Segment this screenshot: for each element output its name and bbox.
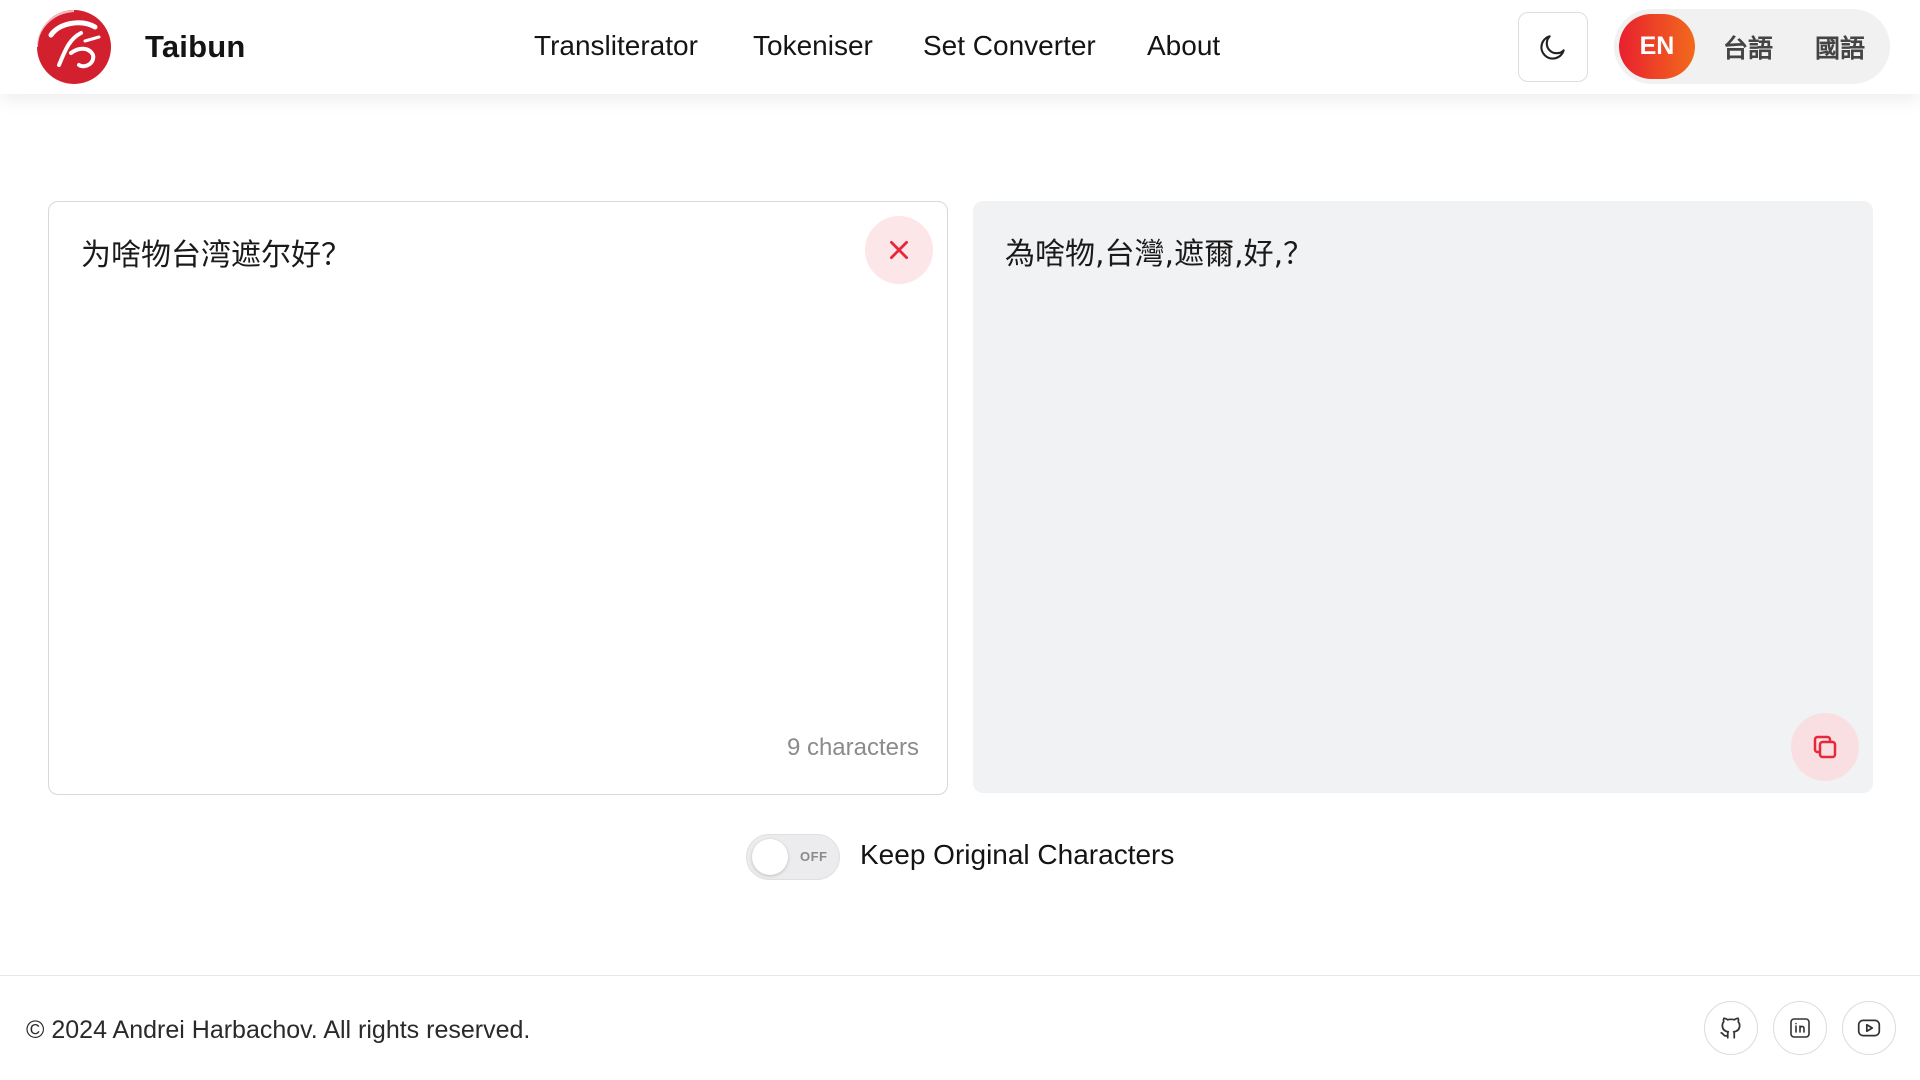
input-panel: 为啥物台湾遮尔好？ 9 characters <box>48 201 948 795</box>
nav-tokeniser[interactable]: Tokeniser <box>753 30 873 62</box>
youtube-button[interactable] <box>1842 1001 1896 1055</box>
language-switcher: EN 台語 國語 <box>1614 9 1890 84</box>
toggle-knob <box>752 839 788 875</box>
lang-taigi-button[interactable]: 台語 <box>1706 14 1790 79</box>
input-textarea[interactable]: 为啥物台湾遮尔好？ <box>81 230 351 274</box>
character-count: 9 characters <box>786 734 919 761</box>
moon-icon <box>1540 35 1565 60</box>
keep-original-toggle[interactable]: OFF <box>746 834 840 880</box>
close-icon <box>890 241 908 259</box>
header: Taibun Transliterator Tokeniser Set Conv… <box>0 0 1920 94</box>
output-panel: 為啥物,台灣,遮爾,好,？ <box>973 201 1873 793</box>
linkedin-icon <box>1790 1018 1810 1038</box>
copy-icon <box>1813 735 1837 759</box>
copyright-text: © 2024 Andrei Harbachov. All rights rese… <box>26 1016 531 1044</box>
clear-button[interactable] <box>865 216 933 284</box>
youtube-icon <box>1857 1019 1881 1037</box>
nav-set-converter[interactable]: Set Converter <box>923 30 1096 62</box>
linkedin-button[interactable] <box>1773 1001 1827 1055</box>
footer-divider <box>0 975 1920 976</box>
lang-en-button[interactable]: EN <box>1619 14 1695 79</box>
output-text: 為啥物,台灣,遮爾,好,？ <box>1005 237 1314 272</box>
github-icon <box>1720 1017 1741 1039</box>
theme-toggle-button[interactable] <box>1518 12 1588 82</box>
github-button[interactable] <box>1704 1001 1758 1055</box>
lang-mandarin-button[interactable]: 國語 <box>1798 14 1882 79</box>
toggle-state-label: OFF <box>800 849 828 864</box>
nav-about[interactable]: About <box>1147 30 1220 62</box>
copy-button[interactable] <box>1791 713 1859 781</box>
nav-transliterator[interactable]: Transliterator <box>534 30 698 62</box>
keep-original-label[interactable]: Keep Original Characters <box>860 839 1174 871</box>
